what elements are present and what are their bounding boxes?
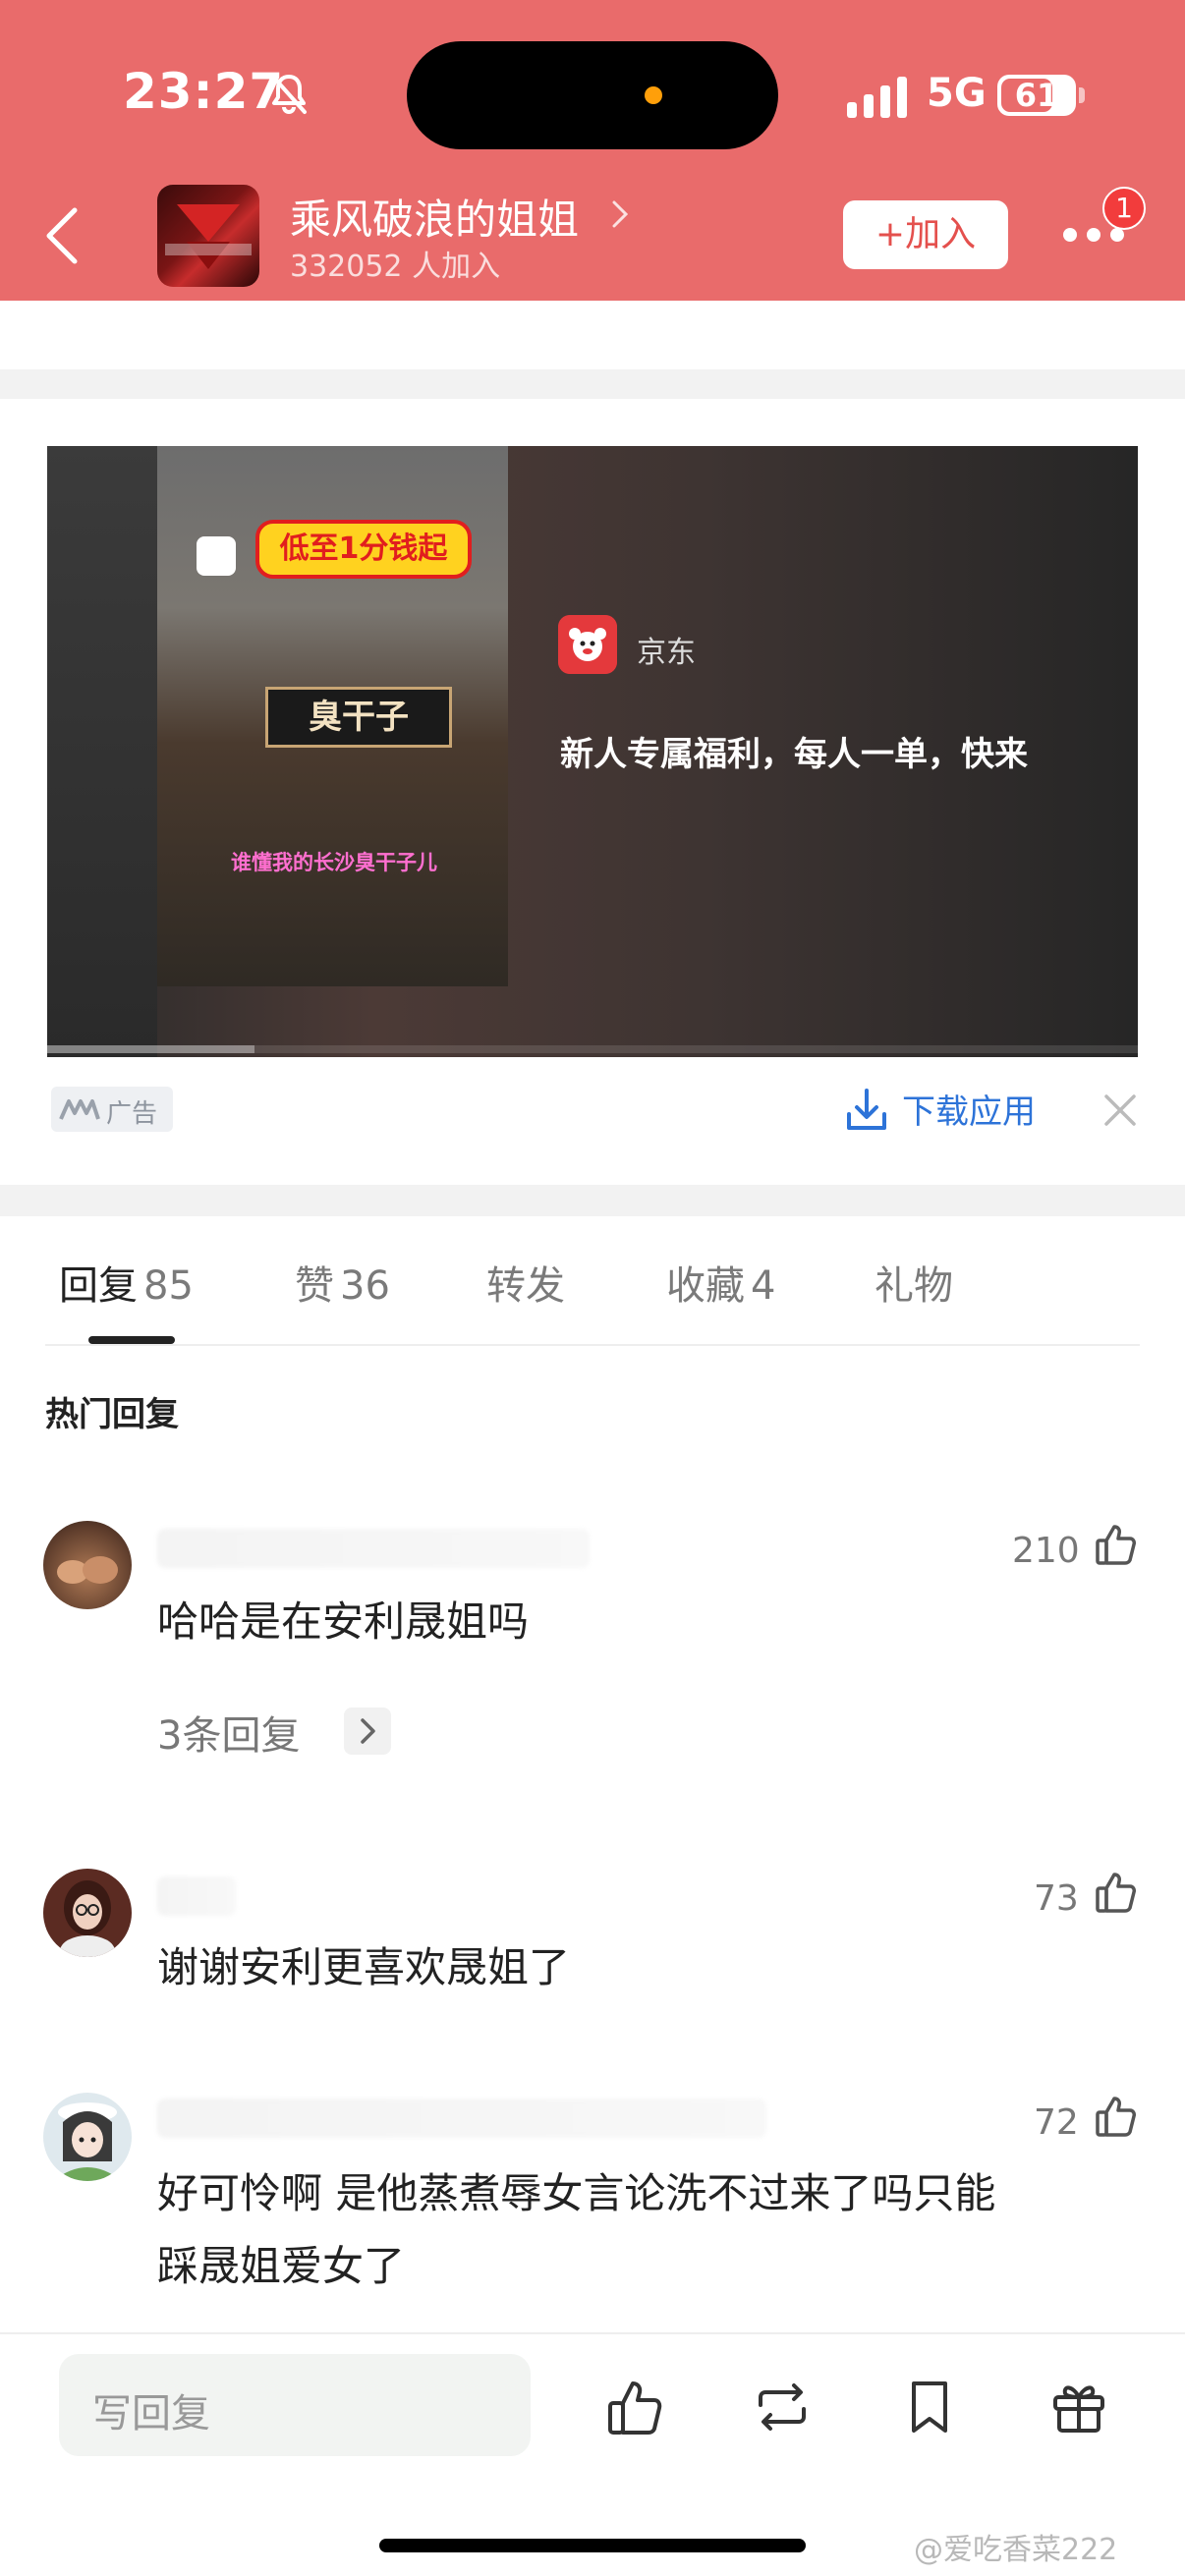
divider	[45, 1344, 1140, 1346]
reply-text: 哈哈是在安利晟姐吗	[157, 1597, 530, 1646]
tab-replies[interactable]: 回复 85	[59, 1254, 194, 1311]
reply-input-placeholder: 写回复	[92, 2391, 210, 2436]
thumbs-up-icon[interactable]	[1093, 2093, 1140, 2140]
ad-progress-bar	[47, 1045, 1138, 1053]
download-icon[interactable]	[845, 1085, 888, 1134]
avatar-image	[53, 2102, 122, 2181]
ad-network-logo-icon	[59, 1099, 100, 1120]
ad-video-caption: 谁懂我的长沙臭干子儿	[231, 851, 437, 874]
like-count: 72	[1034, 2102, 1079, 2143]
ad-shop-sign: 臭干子	[265, 687, 452, 748]
chevron-right-icon[interactable]	[344, 1708, 391, 1755]
battery-level: 61	[1014, 77, 1059, 114]
ad-promo-banner: 低至1分钱起	[255, 520, 472, 579]
jd-mini-logo	[197, 536, 236, 576]
chevron-right-icon[interactable]	[609, 196, 631, 232]
battery-icon: 61	[997, 75, 1076, 116]
ad-video-player[interactable]: 低至1分钱起 臭干子 谁懂我的长沙臭干子儿 京东 新人专属福利，每人一单，快来	[47, 446, 1138, 1057]
ad-label: 广告	[51, 1087, 173, 1132]
hot-replies-heading: 热门回复	[45, 1395, 179, 1434]
notification-badge: 1	[1102, 187, 1146, 230]
bell-muted-icon	[271, 75, 307, 114]
username-hidden	[157, 1529, 590, 1568]
group-header: 23:27 5G 61 乘风破浪的姐姐 332052 人加入 +加入 1	[0, 0, 1185, 301]
repost-icon[interactable]	[751, 2376, 814, 2438]
divider	[0, 1185, 1185, 1216]
bookmark-icon[interactable]	[898, 2376, 961, 2438]
watermark: @爱吃香菜222	[914, 2533, 1118, 2567]
status-time: 23:27	[123, 63, 285, 120]
like-button-icon[interactable]	[603, 2376, 666, 2438]
home-indicator[interactable]	[379, 2539, 806, 2552]
reply-text: 踩晟姐爱女了	[157, 2242, 406, 2290]
like-count: 210	[1012, 1531, 1080, 1571]
group-member-count: 332052 人加入	[290, 250, 501, 284]
view-sub-replies-link[interactable]: 3条回复	[157, 1704, 300, 1761]
gift-icon[interactable]	[1047, 2376, 1110, 2438]
like-count: 73	[1034, 1878, 1079, 1919]
tab-reposts[interactable]: 转发	[486, 1254, 565, 1311]
ad-blur-background	[47, 446, 157, 1057]
join-button[interactable]: +加入	[843, 200, 1008, 269]
avatar-image	[60, 1880, 115, 1957]
reply-text: 谢谢安利更喜欢晟姐了	[157, 1943, 571, 1991]
ad-brand-name: 京东	[637, 636, 696, 670]
divider	[0, 2332, 1185, 2334]
reply-text: 好可怜啊 是他蒸煮辱女言论洗不过来了吗只能	[157, 2169, 996, 2217]
active-tab-indicator	[88, 1336, 175, 1344]
dynamic-island	[407, 41, 778, 149]
group-title[interactable]: 乘风破浪的姐姐	[290, 187, 579, 247]
avatar[interactable]	[43, 2093, 132, 2181]
privacy-indicator	[645, 86, 662, 104]
tab-favorites[interactable]: 收藏 4	[666, 1254, 775, 1311]
avatar[interactable]	[43, 1521, 132, 1609]
username-hidden	[157, 1876, 236, 1916]
thumbs-up-icon[interactable]	[1093, 1869, 1140, 1916]
close-icon[interactable]	[1100, 1091, 1140, 1130]
tab-likes[interactable]: 赞 36	[295, 1254, 390, 1311]
thumbs-up-icon[interactable]	[1093, 1521, 1140, 1568]
signal-icon	[847, 77, 907, 118]
avatar[interactable]	[43, 1869, 132, 1957]
reply-input[interactable]: 写回复	[59, 2354, 531, 2456]
tab-gifts[interactable]: 礼物	[875, 1254, 953, 1311]
download-app-link[interactable]: 下载应用	[902, 1085, 1036, 1133]
avatar-image	[57, 1556, 118, 1584]
ad-video-frame: 低至1分钱起 臭干子 谁懂我的长沙臭干子儿	[157, 446, 508, 986]
back-arrow-icon[interactable]	[39, 196, 88, 275]
network-type: 5G	[927, 71, 987, 116]
group-logo-icon	[165, 204, 252, 269]
group-avatar[interactable]	[157, 185, 259, 287]
jd-logo-icon	[558, 615, 617, 674]
username-hidden	[157, 2099, 766, 2138]
divider	[0, 369, 1185, 399]
battery-tip	[1079, 87, 1085, 103]
ad-headline: 新人专属福利，每人一单，快来	[560, 735, 1028, 774]
